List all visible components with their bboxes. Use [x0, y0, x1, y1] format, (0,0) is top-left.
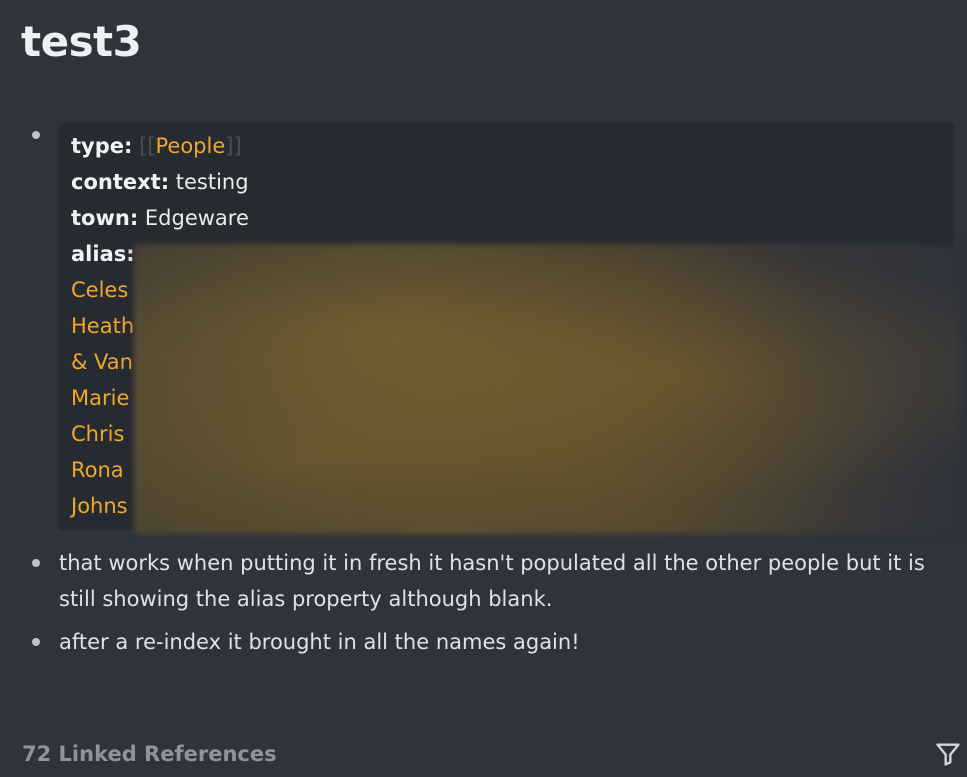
- block-content[interactable]: after a re-index it brought in all the n…: [59, 624, 949, 660]
- filter-icon[interactable]: [934, 740, 962, 768]
- alias-page-ref[interactable]: & Van: [71, 344, 133, 380]
- alias-page-ref[interactable]: Celes: [71, 272, 128, 308]
- property-value-town: Edgeware: [138, 206, 249, 230]
- block-bullet[interactable]: [32, 638, 40, 646]
- alias-page-ref[interactable]: Marie: [71, 380, 129, 416]
- property-key-context: context:: [71, 170, 170, 194]
- block-bullet-properties[interactable]: [32, 131, 40, 139]
- property-key-town: town:: [71, 206, 139, 230]
- alias-page-ref[interactable]: Rona: [71, 452, 124, 488]
- property-key-alias: alias:: [71, 242, 135, 266]
- property-context: context: testing: [71, 164, 249, 200]
- alias-page-ref[interactable]: Heath: [71, 308, 134, 344]
- property-type: type: [[People]]: [71, 128, 242, 164]
- property-alias: alias:: [71, 236, 135, 272]
- property-town: town: Edgeware: [71, 200, 249, 236]
- linked-references-header[interactable]: 72 Linked References: [22, 738, 277, 770]
- page-ref-bracket-open: [[: [139, 134, 156, 158]
- page-ref-people[interactable]: People: [155, 134, 225, 158]
- block-bullet[interactable]: [32, 559, 40, 567]
- alias-page-ref[interactable]: Chris: [71, 416, 124, 452]
- page-ref-bracket-close: ]]: [225, 134, 242, 158]
- redacted-region: [134, 244, 960, 534]
- alias-page-ref[interactable]: Johns: [71, 488, 128, 524]
- block-content[interactable]: that works when putting it in fresh it h…: [59, 545, 949, 617]
- property-value-context: testing: [169, 170, 249, 194]
- page-title[interactable]: test3: [21, 12, 142, 72]
- property-key-type: type:: [71, 134, 133, 158]
